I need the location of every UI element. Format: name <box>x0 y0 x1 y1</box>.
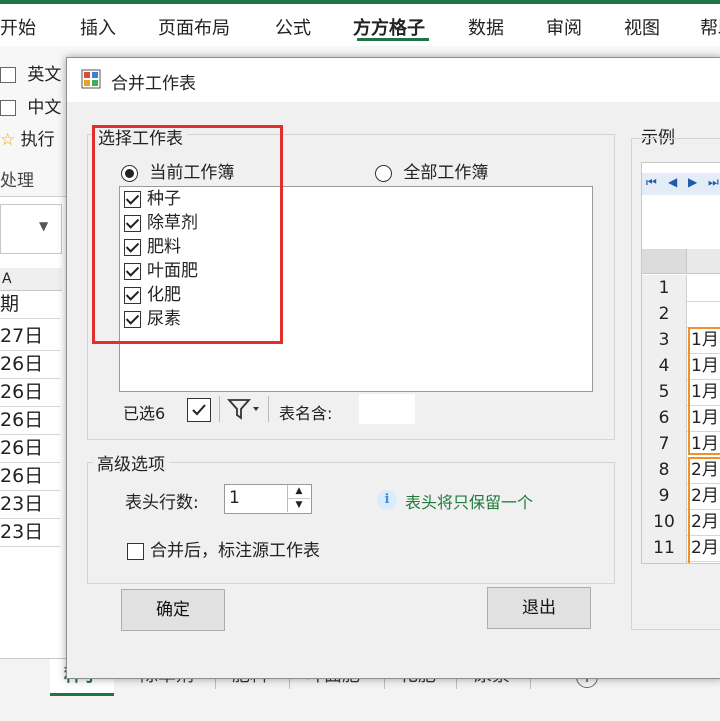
example-group-jan <box>688 327 720 455</box>
example-rows: 1 2 3 1月 4 1月 5 1月 6 1月 7 1月 8 2月 9 2月 10 2月 11 2… <box>642 275 720 563</box>
tab-help[interactable]: 帮助 <box>700 14 720 40</box>
mark-source-label: 合并后，标注源工作表 <box>150 541 320 561</box>
sheet-cell[interactable]: 23日 <box>0 518 60 547</box>
merge-sheets-dialog: 合并工作表 选择工作表 当前工作簿 全部工作簿 种子 除草剂 肥料 叶面肥 化肥… <box>66 57 720 679</box>
exit-button[interactable]: 退出 <box>487 587 591 629</box>
example-corner <box>642 249 687 273</box>
sheet-cell[interactable]: 27日 <box>0 322 60 351</box>
advanced-options-group <box>87 462 615 584</box>
tab-review[interactable]: 审阅 <box>546 14 582 40</box>
row-number: 8 <box>642 457 687 483</box>
sheet-column-a: 期 27日 26日 26日 26日 26日 26日 23日 23日 <box>0 290 60 550</box>
name-contains-label: 表名含: <box>279 404 333 423</box>
sheet-cell[interactable]: 26日 <box>0 406 60 435</box>
sheet-cell[interactable]: 26日 <box>0 434 60 463</box>
header-rows-stepper[interactable]: 1 ▲ ▼ <box>224 484 312 514</box>
sheet-cell[interactable]: 期 <box>0 290 60 319</box>
star-icon: ☆ <box>0 130 16 150</box>
row-number: 4 <box>642 353 687 379</box>
tab-home[interactable]: 开始 <box>0 14 36 40</box>
toolbar-divider <box>219 396 220 422</box>
example-row: 1 <box>642 275 720 302</box>
option-chinese-label: 中文 <box>27 98 62 118</box>
chinese-checkbox[interactable] <box>0 100 16 116</box>
info-text: 表头将只保留一个 <box>405 493 534 512</box>
first-sheet-icon: ⏮ <box>646 175 657 189</box>
advanced-options-legend: 高级选项 <box>93 450 169 475</box>
active-tab-indicator <box>357 38 429 41</box>
english-checkbox[interactable] <box>0 67 16 83</box>
column-header-a[interactable]: A <box>0 268 62 291</box>
name-contains-input[interactable] <box>359 394 415 424</box>
ribbon-group-label: 处理 <box>0 171 34 191</box>
row-number: 10 <box>642 509 687 535</box>
tab-formulas[interactable]: 公式 <box>275 14 311 40</box>
stepper-down-icon[interactable]: ▼ <box>287 499 310 512</box>
tab-data[interactable]: 数据 <box>468 14 504 40</box>
radio-all-label: 全部工作簿 <box>403 163 489 183</box>
last-sheet-icon: ⏭ <box>708 175 719 189</box>
stepper-up-icon[interactable]: ▲ <box>287 485 310 499</box>
check-icon <box>192 404 206 416</box>
tab-fangfang[interactable]: 方方格子 <box>353 14 425 40</box>
highlight-box <box>92 125 283 344</box>
header-rows-label: 表头行数: <box>125 493 199 513</box>
ok-button[interactable]: 确定 <box>121 589 225 631</box>
prev-sheet-icon: ◀ <box>668 175 678 189</box>
tab-view[interactable]: 视图 <box>624 14 660 40</box>
option-chinese[interactable]: 中文 <box>0 93 61 118</box>
dialog-titlebar: 合并工作表 <box>67 58 720 102</box>
chevron-down-icon: ▼ <box>39 219 49 233</box>
example-nav-bar: ⏮ ◀ ▶ ⏭ <box>642 173 720 195</box>
sheet-cell[interactable]: 26日 <box>0 462 60 491</box>
example-sheet: ⏮ ◀ ▶ ⏭ 1 2 3 1月 4 1月 5 1月 6 1月 7 1月 8 2月 9 2月 … <box>641 162 720 564</box>
row-number: 3 <box>642 327 687 353</box>
sheet-cell[interactable]: 26日 <box>0 378 60 407</box>
row-number: 11 <box>642 535 687 561</box>
sheet-cell[interactable]: 26日 <box>0 350 60 379</box>
header-rows-value[interactable]: 1 <box>229 488 240 508</box>
name-box[interactable]: ▼ <box>0 204 62 254</box>
radio-all-workbooks[interactable]: 全部工作簿 <box>375 158 488 183</box>
row-number: 5 <box>642 379 687 405</box>
row-number: 12 <box>642 561 687 563</box>
radio-all-dot[interactable] <box>375 164 392 182</box>
tab-page-layout[interactable]: 页面布局 <box>158 14 230 40</box>
row-number: 2 <box>642 301 687 327</box>
option-english-label: 英文 <box>27 65 62 85</box>
next-sheet-icon: ▶ <box>688 175 698 189</box>
sheet-cell[interactable]: 23日 <box>0 490 60 519</box>
run-button[interactable]: ☆ 执行 <box>0 125 55 150</box>
filter-dropdown[interactable] <box>226 396 265 422</box>
tab-insert[interactable]: 插入 <box>80 14 116 40</box>
run-label: 执行 <box>20 130 55 150</box>
example-row: 2 <box>642 301 720 328</box>
dialog-title: 合并工作表 <box>111 74 196 94</box>
mark-source-option[interactable]: 合并后，标注源工作表 <box>127 536 320 561</box>
info-icon: i <box>377 490 397 510</box>
select-all-checkbox[interactable] <box>187 398 211 422</box>
selected-count: 已选6 <box>123 404 166 423</box>
row-number: 1 <box>642 275 687 301</box>
filter-icon <box>226 399 259 420</box>
toolbar-divider <box>268 396 269 422</box>
example-group-feb <box>688 457 720 563</box>
app-icon <box>81 69 101 89</box>
row-number: 9 <box>642 483 687 509</box>
example-header-row <box>642 249 720 274</box>
row-number: 7 <box>642 431 687 457</box>
mark-source-checkbox[interactable] <box>127 542 144 560</box>
option-english[interactable]: 英文 <box>0 60 61 85</box>
row-number: 6 <box>642 405 687 431</box>
